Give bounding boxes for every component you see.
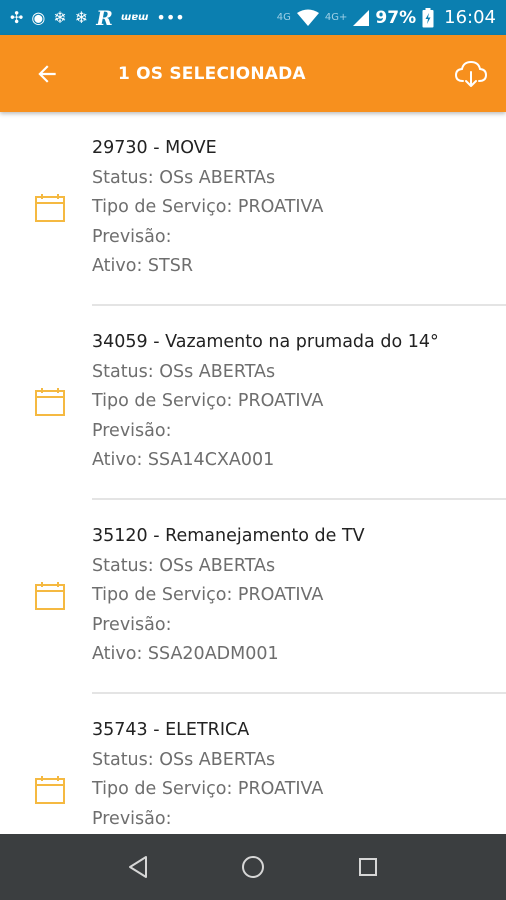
order-service-type: Tipo de Serviço: PROATIVA [92, 197, 324, 217]
order-forecast: Previsão: [92, 808, 172, 829]
order-title: 35743 - ELETRICA [92, 720, 250, 740]
order-asset: Ativo: SSA20ADM001 [92, 644, 279, 664]
battery-percent: 97% [375, 7, 417, 28]
r-logo-icon: R [96, 5, 113, 30]
calendar-icon [35, 582, 65, 610]
list-item[interactable]: 35743 - ELETRICA Status: OSs ABERTAs Tip… [0, 694, 506, 834]
snowflake-icon: ❄ [53, 7, 67, 27]
list-item[interactable]: 34059 - Vazamento na prumada do 14° Stat… [0, 306, 506, 500]
wifi-icon [296, 9, 319, 26]
network-type-label: 4G [276, 12, 291, 23]
calendar-icon [35, 776, 65, 804]
signal-icon [353, 9, 370, 26]
order-asset: Ativo: STSR [92, 256, 193, 276]
status-bar: ✣ ◉ ❄ ❄ R ɯɐɯ ••• 4G 4G+ 97% 16:04 [0, 0, 506, 35]
circle-home-icon [241, 856, 264, 878]
list-item[interactable]: 35120 - Remanejamento de TV Status: OSs … [0, 500, 506, 694]
pokeball-icon: ◉ [31, 7, 46, 27]
order-status: Status: OSs ABERTAs [92, 361, 276, 382]
order-asset: Ativo: SSA14CXA001 [92, 450, 275, 470]
system-nav-bar [0, 834, 506, 900]
page-title: 1 OS SELECIONADA [118, 63, 306, 84]
order-status: Status: OSs ABERTAs [92, 555, 276, 576]
order-status: Status: OSs ABERTAs [92, 749, 276, 770]
order-title: 35120 - Remanejamento de TV [92, 526, 365, 546]
snowflake-icon: ❄ [74, 7, 89, 27]
calendar-icon [35, 194, 65, 222]
order-service-type: Tipo de Serviço: PROATIVA [92, 585, 324, 605]
notification-icons: ✣ ◉ ❄ ❄ R ɯɐɯ ••• [10, 8, 277, 28]
nav-recents-button[interactable] [348, 847, 388, 887]
back-button[interactable] [0, 35, 104, 112]
order-forecast: Previsão: [92, 420, 172, 441]
work-order-list: 29730 - MOVE Status: OSs ABERTAs Tipo de… [0, 112, 506, 834]
battery-charging-icon [422, 7, 434, 27]
download-button[interactable] [436, 35, 506, 112]
clock: 16:04 [444, 7, 496, 28]
cloud-download-icon [454, 60, 488, 87]
nav-home-button[interactable] [233, 847, 273, 887]
square-recents-icon [359, 858, 378, 876]
calendar-icon [35, 388, 65, 416]
order-status: Status: OSs ABERTAs [92, 167, 276, 188]
order-forecast: Previsão: [92, 614, 172, 635]
app-logo-icon: ɯɐɯ [120, 11, 149, 23]
order-service-type: Tipo de Serviço: PROATIVA [92, 391, 324, 411]
triangle-back-icon [128, 856, 147, 878]
order-title: 29730 - MOVE [92, 138, 217, 158]
order-forecast: Previsão: [92, 226, 172, 247]
app-bar: 1 OS SELECIONADA [0, 35, 506, 112]
more-notifications-icon: ••• [156, 7, 185, 27]
list-item[interactable]: 29730 - MOVE Status: OSs ABERTAs Tipo de… [0, 112, 506, 306]
secondary-network-label: 4G+ [324, 12, 348, 23]
order-title: 34059 - Vazamento na prumada do 14° [92, 332, 439, 352]
arrow-left-icon [38, 64, 56, 83]
nav-back-button[interactable] [118, 847, 158, 887]
pinwheel-icon: ✣ [10, 7, 24, 27]
order-service-type: Tipo de Serviço: PROATIVA [92, 779, 324, 799]
